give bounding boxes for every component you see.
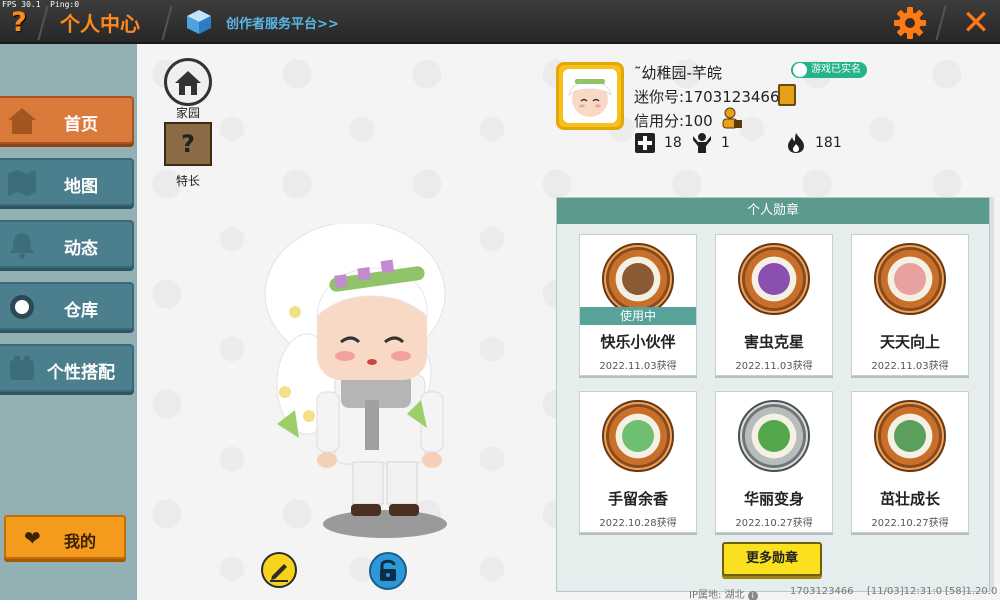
badge-name: 快乐小伙伴 [600,333,676,351]
sidebar-item-home[interactable]: 首页 [0,96,134,144]
page-title: 个人中心 [60,12,140,36]
badge-medal-icon [738,243,810,315]
sidebar-item-warehouse[interactable]: 仓库 [0,282,134,330]
flame-icon [788,133,804,153]
sidebar-item-label: 仓库 [64,301,98,321]
badge-date: 2022.10.28获得 [599,518,677,529]
player-id: 迷你号:1703123466 [634,88,780,106]
home-icon[interactable] [164,58,212,106]
heart-icon: ❤ [24,526,41,550]
stat-add[interactable]: 18 [634,132,682,154]
badge-date: 2022.11.03获得 [599,361,677,372]
sidebar-item-label: 动态 [64,239,98,259]
home-label: 家园 [175,106,200,120]
badge-name: 华丽变身 [743,490,804,508]
my-button-label: 我的 [64,532,97,551]
badge-date: 2022.10.27获得 [735,518,813,529]
sidebar-item-feed[interactable]: 动态 [0,220,134,268]
footer-ip: IP属地: 湖北 i [689,586,758,600]
badge-medal-icon [602,243,674,315]
top-bar: FPS 30.1 Ping:0 ? 个人中心 创作者服务平台>> ✕ [0,0,1000,44]
profile-avatar[interactable] [556,62,624,130]
main-area: 家园 ? 特长 ˜幼稚园-芊皖 游戏已实名 迷你号:1703123466 信用分… [137,44,1000,600]
sidebar-item-outfit[interactable]: 个性搭配 [0,344,134,392]
badge-medal-icon [602,400,674,472]
copy-icon[interactable] [778,84,796,106]
fans-icon [693,133,711,153]
footer-uid: 1703123466 [790,586,854,597]
badge-panel: 个人勋章 使用中 快乐小伙伴 2022.11.03获得 害虫克星 2022.11… [556,197,990,592]
badge-card[interactable]: 害虫克星 2022.11.03获得 [715,234,833,376]
pencil-icon[interactable] [261,552,297,588]
credit-info-icon[interactable] [721,106,743,130]
badge-name: 天天向上 [879,333,940,351]
more-badges-button[interactable]: 更多勋章 [722,542,822,576]
question-block-icon[interactable]: ? [164,122,212,166]
badge-medal-icon [874,243,946,315]
user-icon [793,63,807,77]
cube-icon [186,9,212,35]
verified-badge: 游戏已实名 [791,62,867,78]
badge-name: 茁壮成长 [879,490,940,508]
character-avatar[interactable] [237,221,537,544]
player-name: ˜幼稚园-芊皖 [634,64,722,82]
help-icon[interactable]: ? [4,8,34,38]
badge-card[interactable]: 手留余香 2022.10.28获得 [579,391,697,533]
skill-label: 特长 [175,174,200,188]
sidebar-item-label: 个性搭配 [47,363,115,383]
scrollbar[interactable] [990,197,994,592]
sidebar-item-map[interactable]: 地图 [0,158,134,206]
creator-platform-link[interactable]: 创作者服务平台>> [186,8,339,36]
badge-date: 2022.10.27获得 [871,518,949,529]
sidebar: 首页 地图 动态 仓库 个性搭配 ❤ 我的 [0,44,137,600]
badge-card[interactable]: 华丽变身 2022.10.27获得 [715,391,833,533]
lock-icon[interactable] [369,552,407,590]
badge-card[interactable]: 天天向上 2022.11.03获得 [851,234,969,376]
badge-medal-icon [738,400,810,472]
footer-version: [58]1.20.0 [945,586,998,597]
badge-date: 2022.11.03获得 [871,361,949,372]
divider [935,6,947,40]
credit-score: 信用分:100 [634,112,713,130]
badge-date: 2022.11.03获得 [735,361,813,372]
stat-hot[interactable]: 181 [785,132,842,154]
badge-name: 害虫克星 [743,333,804,351]
in-use-tag: 使用中 [580,307,696,325]
divider [161,6,173,40]
close-icon[interactable]: ✕ [958,5,994,41]
gear-icon[interactable] [893,6,927,40]
stat-fans[interactable]: 1 [691,132,730,154]
footer-time: [11/03]12:31:0 [867,586,943,597]
badge-name: 手留余香 [607,490,668,508]
badge-card[interactable]: 茁壮成长 2022.10.27获得 [851,391,969,533]
info-icon[interactable]: i [747,591,758,600]
divider [37,6,49,40]
badge-card[interactable]: 使用中 快乐小伙伴 2022.11.03获得 [579,234,697,376]
creator-link-label: 创作者服务平台>> [226,16,339,32]
sidebar-item-label: 首页 [64,115,98,135]
plus-icon [635,133,655,153]
sidebar-item-label: 地图 [64,177,98,197]
badge-medal-icon [874,400,946,472]
badge-panel-title: 个人勋章 [557,198,989,224]
my-button[interactable]: ❤ 我的 [4,515,126,559]
